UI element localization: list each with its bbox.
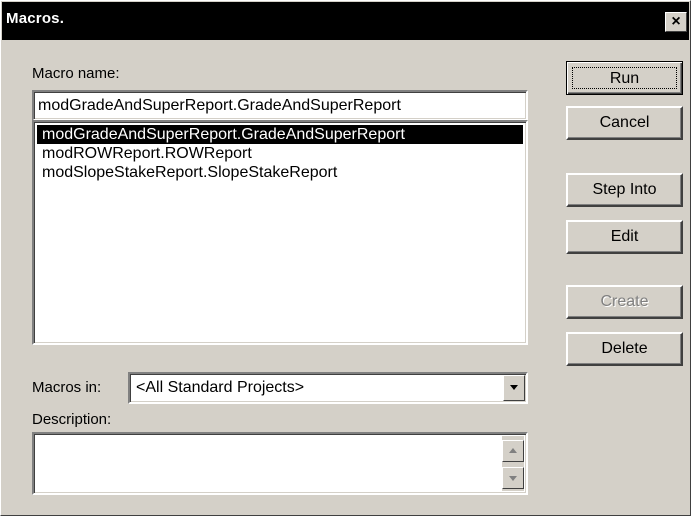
scroll-up-button[interactable] [502, 440, 524, 462]
edit-button[interactable]: Edit [566, 220, 683, 254]
scroll-down-button[interactable] [502, 467, 524, 489]
run-button-label: Run [572, 67, 677, 89]
chevron-down-icon [510, 385, 518, 390]
macro-name-label: Macro name: [32, 65, 120, 82]
cancel-button[interactable]: Cancel [566, 106, 683, 140]
macros-in-select[interactable]: <All Standard Projects> [128, 372, 528, 404]
arrow-up-icon [509, 448, 517, 453]
list-item[interactable]: modROWReport.ROWReport [37, 144, 523, 163]
create-button: Create [566, 285, 683, 319]
list-item[interactable]: modSlopeStakeReport.SlopeStakeReport [37, 163, 523, 182]
run-button[interactable]: Run [566, 61, 683, 95]
description-scrollbar[interactable] [502, 436, 524, 491]
macros-dialog: Macros. × Macro name: modGradeAndSuperRe… [0, 0, 691, 516]
close-button[interactable]: × [665, 12, 687, 32]
macro-name-input[interactable]: modGradeAndSuperReport.GradeAndSuperRepo… [32, 90, 528, 121]
description-textarea[interactable] [32, 432, 528, 495]
description-label: Description: [32, 411, 112, 428]
macros-in-label: Macros in: [32, 379, 102, 396]
macros-in-value: <All Standard Projects> [136, 379, 305, 396]
step-into-button[interactable]: Step Into [566, 173, 683, 207]
delete-button[interactable]: Delete [566, 332, 683, 366]
close-icon: × [671, 13, 681, 30]
title-bar[interactable]: Macros. × [2, 2, 689, 40]
macro-name-value: modGradeAndSuperReport.GradeAndSuperRepo… [38, 97, 401, 114]
macro-list[interactable]: modGradeAndSuperReport.GradeAndSuperRepo… [32, 120, 528, 345]
arrow-down-icon [509, 476, 517, 481]
dialog-title: Macros. [6, 10, 65, 27]
dropdown-button[interactable] [503, 375, 525, 401]
list-item[interactable]: modGradeAndSuperReport.GradeAndSuperRepo… [37, 125, 523, 144]
